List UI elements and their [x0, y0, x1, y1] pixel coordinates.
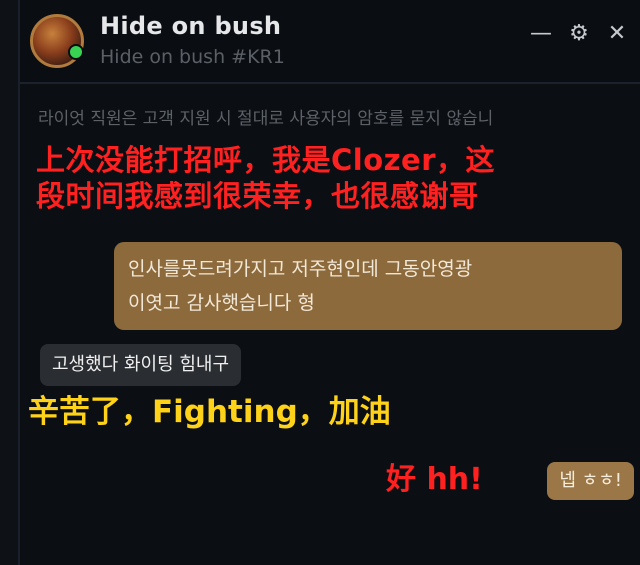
reply-message-bubble: 넵 ㅎㅎ!	[547, 462, 634, 500]
subtitle-caption-middle: 辛苦了，Fighting，加油	[28, 394, 391, 430]
window-controls: — ⚙ ✕	[528, 20, 630, 46]
incoming-message-bubble: 인사를못드려가지고 저주현인데 그동안영광 이엿고 감사햇습니다 형	[114, 242, 622, 330]
chat-history[interactable]: 라이엇 직원은 고객 지원 시 절대로 사용자의 암호를 묻지 않습니 上次没能…	[20, 86, 640, 565]
minimize-icon[interactable]: —	[528, 20, 554, 46]
security-notice: 라이엇 직원은 고객 지원 시 절대로 사용자의 암호를 묻지 않습니	[38, 109, 494, 129]
outgoing-message-text: 고생했다 화이팅 힘내구	[52, 354, 230, 375]
close-icon[interactable]: ✕	[604, 20, 630, 46]
online-status-icon	[68, 44, 84, 60]
contact-riot-id: Hide on bush #KR1	[100, 46, 285, 68]
subtitle-caption-bottom: 好 hh!	[386, 462, 483, 497]
incoming-message-text: 인사를못드려가지고 저주현인데 그동안영광 이엿고 감사햇습니다 형	[128, 258, 473, 314]
reply-message-text: 넵 ㅎㅎ!	[559, 470, 622, 491]
subtitle-caption-top: 上次没能打招呼，我是Clozer，这 段时间我感到很荣幸，也很感谢哥	[36, 143, 495, 213]
contact-name: Hide on bush	[100, 12, 282, 40]
avatar-container[interactable]	[30, 14, 84, 68]
outgoing-message-bubble: 고생했다 화이팅 힘내구	[40, 344, 242, 386]
titlebar: Hide on bush Hide on bush #KR1 — ⚙ ✕	[20, 0, 640, 84]
gear-icon[interactable]: ⚙	[566, 20, 592, 46]
chat-window: Hide on bush Hide on bush #KR1 — ⚙ ✕ 라이엇…	[18, 0, 640, 565]
